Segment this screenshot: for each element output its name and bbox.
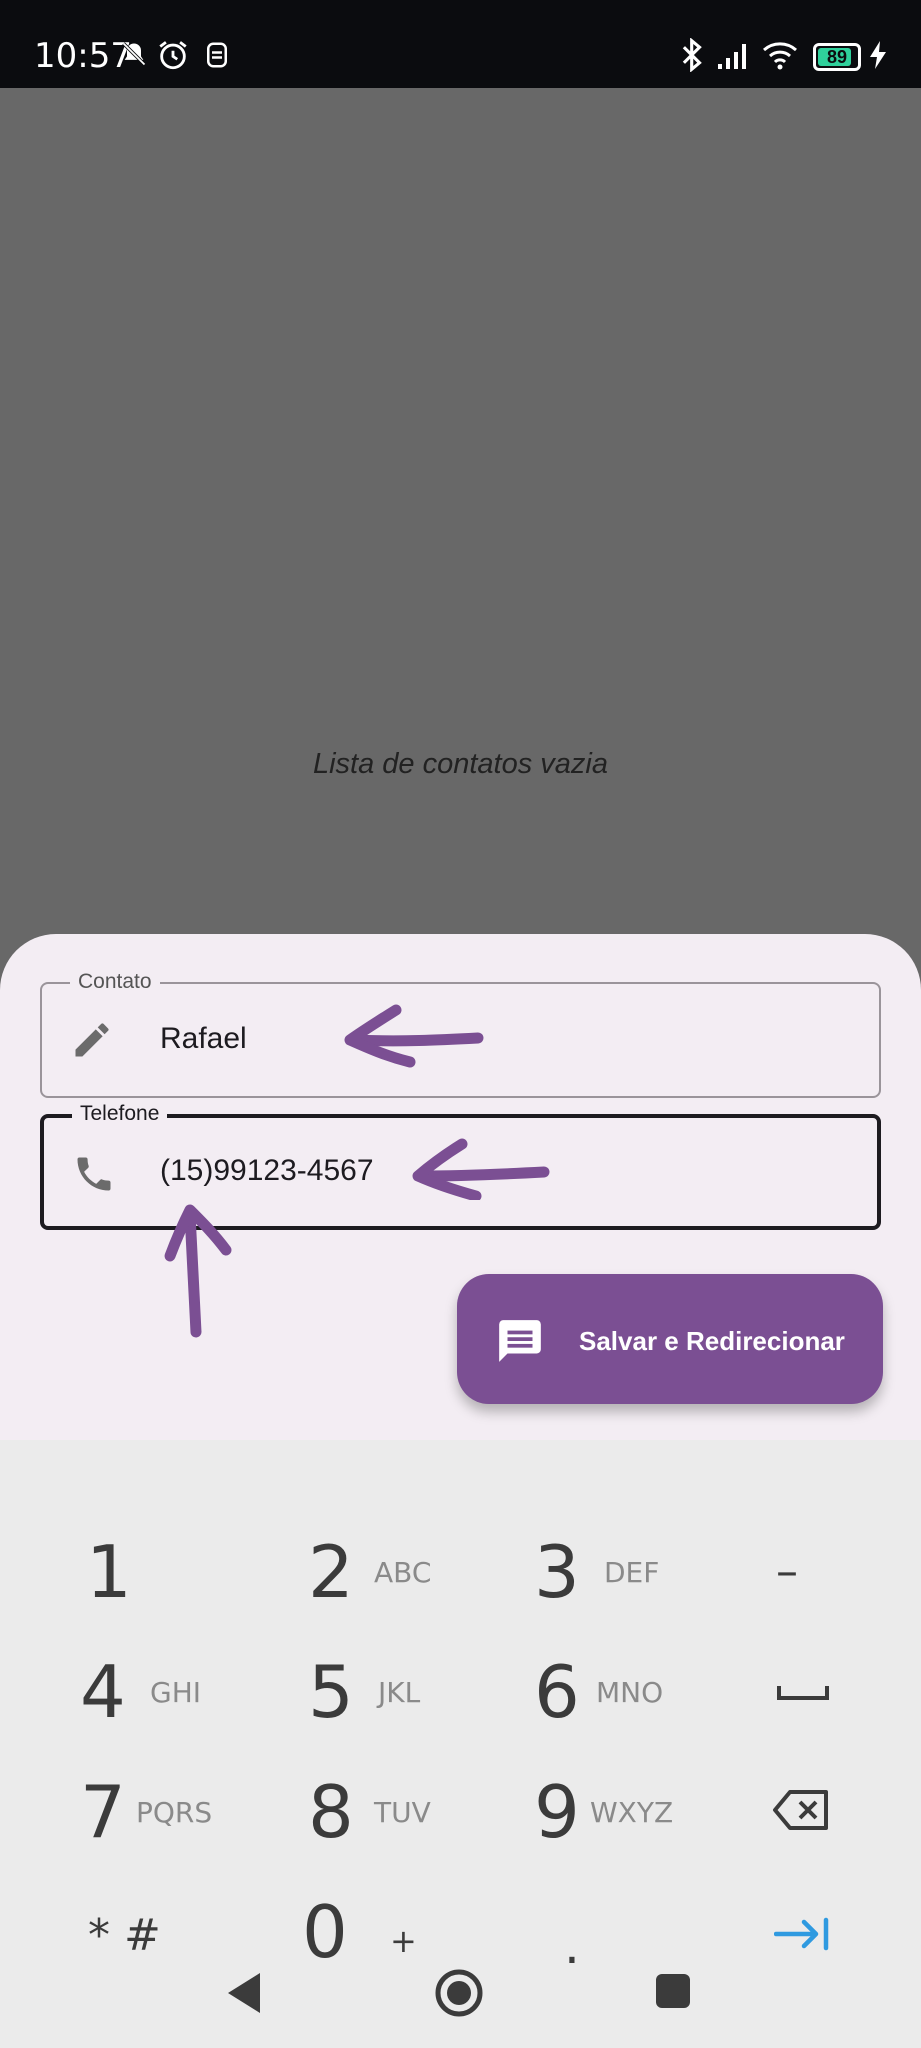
key-3-letters: DEF bbox=[604, 1556, 660, 1589]
key-0[interactable]: 0 + bbox=[302, 1882, 462, 1982]
key-3[interactable]: 3 DEF bbox=[534, 1522, 694, 1622]
status-time: 10:57 bbox=[34, 36, 132, 76]
mute-bell-icon bbox=[122, 42, 146, 66]
nav-recents-button[interactable] bbox=[654, 1972, 692, 2010]
nav-back-button[interactable] bbox=[224, 1970, 264, 2016]
key-2-letters: ABC bbox=[374, 1556, 432, 1589]
key-5-letters: JKL bbox=[378, 1676, 421, 1709]
key-dash[interactable]: – bbox=[776, 1522, 856, 1622]
status-bar: 10:57 89 bbox=[0, 0, 921, 88]
save-redirect-label: Salvar e Redirecionar bbox=[579, 1326, 845, 1356]
pencil-icon bbox=[75, 1023, 109, 1057]
key-9-letters: WXYZ bbox=[590, 1796, 674, 1829]
key-6-digit: 6 bbox=[534, 1650, 580, 1734]
key-star-hash[interactable]: * # bbox=[88, 1882, 208, 1982]
key-9[interactable]: 9 WXYZ bbox=[534, 1762, 694, 1862]
signal-icon bbox=[718, 44, 746, 69]
key-4-digit: 4 bbox=[80, 1650, 126, 1734]
key-2[interactable]: 2 ABC bbox=[308, 1522, 468, 1622]
key-0-plus: + bbox=[390, 1922, 417, 1960]
nav-home-button[interactable] bbox=[434, 1968, 484, 2018]
backspace-icon bbox=[773, 1790, 828, 1830]
save-redirect-button[interactable]: Salvar e Redirecionar bbox=[457, 1274, 883, 1404]
backspace-key[interactable] bbox=[772, 1762, 852, 1862]
phone-input[interactable]: (15)99123-4567 bbox=[160, 1154, 374, 1188]
battery-icon: 89 bbox=[813, 43, 861, 71]
key-6-letters: MNO bbox=[596, 1676, 664, 1709]
key-0-digit: 0 bbox=[302, 1890, 348, 1974]
key-4-letters: GHI bbox=[150, 1676, 202, 1709]
next-key[interactable] bbox=[774, 1882, 854, 1982]
wifi-icon bbox=[763, 42, 797, 70]
key-dash-symbol: – bbox=[776, 1546, 798, 1597]
key-7-digit: 7 bbox=[80, 1770, 126, 1854]
phone-field-label: Telefone bbox=[72, 1102, 168, 1126]
phone-icon bbox=[77, 1157, 111, 1191]
alarm-icon bbox=[159, 41, 187, 70]
key-8-letters: TUV bbox=[374, 1796, 431, 1829]
key-space[interactable] bbox=[776, 1642, 856, 1742]
key-star-hash-symbol: * # bbox=[88, 1910, 161, 1961]
key-7-letters: PQRS bbox=[136, 1796, 213, 1829]
numeric-keyboard: 1 2 ABC 3 DEF – 4 GHI 5 JKL 6 MNO 7 PQRS… bbox=[0, 1440, 921, 2048]
bluetooth-icon bbox=[682, 38, 702, 72]
charging-icon bbox=[870, 41, 886, 69]
key-7[interactable]: 7 PQRS bbox=[80, 1762, 240, 1862]
key-4[interactable]: 4 GHI bbox=[80, 1642, 240, 1742]
key-8[interactable]: 8 TUV bbox=[308, 1762, 468, 1862]
annotation-arrow-up bbox=[164, 1204, 232, 1338]
key-5[interactable]: 5 JKL bbox=[308, 1642, 468, 1742]
key-1[interactable]: 1 bbox=[86, 1522, 226, 1622]
key-6[interactable]: 6 MNO bbox=[534, 1642, 694, 1742]
key-3-digit: 3 bbox=[534, 1530, 580, 1614]
empty-list-message: Lista de contatos vazia bbox=[312, 748, 608, 780]
next-tab-icon bbox=[774, 1917, 829, 1951]
contact-input[interactable]: Rafael bbox=[160, 1022, 247, 1056]
app-icon bbox=[207, 42, 227, 68]
battery-level: 89 bbox=[826, 47, 848, 67]
message-icon bbox=[499, 1320, 541, 1362]
annotation-arrow-contact bbox=[344, 1004, 484, 1068]
key-2-digit: 2 bbox=[308, 1530, 354, 1614]
key-9-digit: 9 bbox=[534, 1770, 580, 1854]
key-5-digit: 5 bbox=[308, 1650, 354, 1734]
key-dot-symbol: . bbox=[564, 1917, 580, 1975]
key-1-digit: 1 bbox=[86, 1530, 132, 1614]
contact-field-label: Contato bbox=[70, 970, 160, 994]
key-dot[interactable]: . bbox=[564, 1882, 624, 1982]
annotation-arrow-phone bbox=[412, 1138, 550, 1200]
key-8-digit: 8 bbox=[308, 1770, 354, 1854]
space-bar-icon bbox=[777, 1686, 829, 1700]
